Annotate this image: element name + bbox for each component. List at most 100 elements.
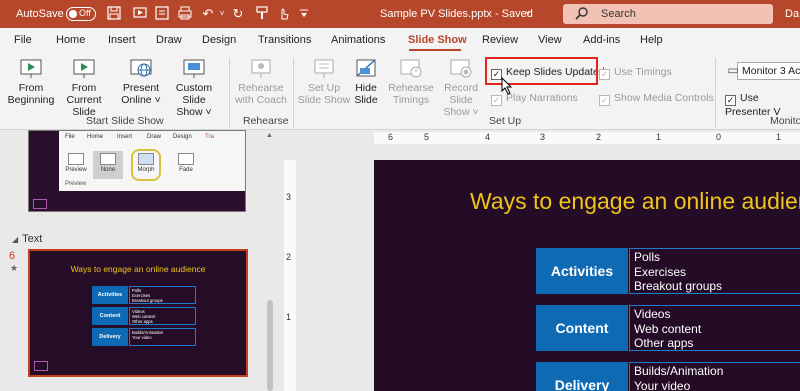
hide-slide-button[interactable]: Hide Slide: [351, 58, 381, 106]
mini-tab-transitions: Tra: [205, 134, 214, 140]
slide-canvas[interactable]: Ways to engage an online audience Activi…: [374, 160, 800, 391]
from-current-slide-icon: [71, 58, 97, 80]
from-current-label-1: From: [71, 82, 97, 94]
toggle-knob: [69, 10, 77, 18]
ruler-number: 1: [286, 312, 292, 322]
mini-preview: Preview: [61, 151, 91, 179]
tab-help[interactable]: Help: [640, 34, 663, 46]
scroll-up-arrow-icon[interactable]: ▲: [266, 132, 273, 139]
thumb-row: Content Videos Web content Other apps: [92, 307, 196, 325]
print-icon[interactable]: [177, 6, 193, 22]
use-timings-label: Use Timings: [614, 66, 672, 78]
row-header: Delivery: [536, 362, 628, 391]
user-name[interactable]: Da: [785, 8, 799, 20]
ruler-number: 2: [286, 252, 292, 262]
mini-none-label: None: [100, 167, 116, 173]
mini-fade: Fade: [171, 151, 201, 179]
undo-dropdown-icon[interactable]: ˅: [214, 6, 230, 22]
from-beginning-icon: [18, 58, 44, 80]
tab-add-ins[interactable]: Add-ins: [583, 34, 620, 46]
slide-thumbnail-5[interactable]: File Home Insert Draw Design Tra Preview…: [28, 130, 246, 212]
custom-show-label-1: Custom Slide: [175, 82, 213, 106]
thumbnails-scrollbar[interactable]: ▲: [264, 130, 276, 391]
mini-tab-file: File: [65, 134, 75, 140]
tab-transitions[interactable]: Transitions: [258, 34, 311, 46]
table-row[interactable]: Content Videos Web content Other apps: [536, 305, 800, 351]
group-set-up-label: Set Up: [489, 115, 522, 127]
table-row[interactable]: Activities Polls Exercises Breakout grou…: [536, 248, 800, 294]
from-current-slide-button[interactable]: From Current Slide: [56, 58, 112, 118]
tab-review[interactable]: Review: [482, 34, 518, 46]
present-online-button[interactable]: Present Online ˅: [118, 58, 164, 106]
record-slide-show-button[interactable]: Record Slide Show ˅: [434, 58, 488, 118]
row-cell: Polls Exercises Breakout groups: [629, 248, 800, 294]
record-slide-show-icon: [448, 58, 474, 80]
thumb-item: Your video: [132, 335, 152, 340]
play-narrations-label: Play Narrations: [506, 92, 578, 104]
ruler-number: 4: [485, 132, 491, 142]
redo-icon[interactable]: ↻: [230, 6, 246, 22]
cell-item: Other apps: [634, 336, 694, 350]
group-monitors-label: Monito: [770, 115, 800, 127]
show-media-controls-label: Show Media Controls: [614, 92, 714, 104]
from-beginning-button[interactable]: From Beginning: [6, 58, 56, 106]
mini-preview-label: Preview: [65, 167, 87, 173]
table-row[interactable]: Delivery Builds/Animation Your video: [536, 362, 800, 391]
mini-none: None: [93, 151, 123, 179]
thumb-item: Other apps: [132, 319, 153, 324]
slide-title[interactable]: Ways to engage an online audience: [470, 188, 800, 215]
use-timings-checkbox[interactable]: ✓ Use Timings: [599, 66, 672, 80]
tab-draw[interactable]: Draw: [156, 34, 182, 46]
set-up-slide-show-button[interactable]: Set Up Slide Show: [297, 58, 351, 106]
ruler-number: 5: [424, 132, 430, 142]
tab-insert[interactable]: Insert: [108, 34, 136, 46]
row-header: Activities: [536, 248, 628, 294]
thumb-row: Activities Polls Exercises Breakout grou…: [92, 286, 196, 304]
slide-number: 6: [9, 250, 16, 262]
autosave-state: Off: [79, 8, 91, 18]
tab-animations[interactable]: Animations: [331, 34, 385, 46]
group-start-slide-show-label: Start Slide Show: [86, 115, 164, 127]
setup-show-label-1: Set Up: [307, 82, 341, 94]
scrollbar-thumb[interactable]: [267, 300, 273, 391]
thumb-row-header: Delivery: [92, 328, 128, 346]
tab-slide-show[interactable]: Slide Show: [408, 34, 467, 46]
new-slide-icon[interactable]: [154, 6, 170, 22]
autosave-toggle[interactable]: Off: [66, 7, 96, 21]
rehearse-with-coach-button[interactable]: Rehearse with Coach: [233, 58, 289, 106]
tab-design[interactable]: Design: [202, 34, 236, 46]
thumb-row-cell: Videos Web content Other apps: [129, 307, 196, 325]
tab-view[interactable]: View: [538, 34, 562, 46]
checkmark-icon: ✓: [725, 95, 736, 106]
show-media-controls-checkbox[interactable]: ✓ Show Media Controls: [599, 92, 714, 106]
vertical-ruler: 3 2 1: [284, 160, 296, 391]
group-separator: [293, 58, 294, 128]
monitor-select-value: Monitor 3 Ace: [742, 65, 800, 77]
tab-home[interactable]: Home: [56, 34, 85, 46]
cell-item: Web content: [634, 321, 702, 336]
customize-toolbar-icon[interactable]: [296, 6, 312, 22]
checkmark-icon: ✓: [599, 95, 610, 106]
monitor-icon: ▭: [727, 63, 739, 77]
slide-thumbnail-6[interactable]: Ways to engage an online audience Activi…: [28, 249, 248, 377]
search-box[interactable]: Search: [563, 4, 773, 24]
monitor-select[interactable]: Monitor 3 Ace: [737, 62, 800, 80]
save-icon[interactable]: [106, 6, 122, 22]
collapse-caret-icon[interactable]: ◢: [12, 235, 18, 244]
section-header-text[interactable]: ◢ Text: [12, 233, 42, 245]
custom-slide-show-button[interactable]: Custom Slide Show ˅: [164, 58, 224, 118]
ruler-number: 3: [286, 192, 292, 202]
present-online-label-2: Online ˅: [121, 94, 161, 106]
rehearse-timings-button[interactable]: Rehearse Timings: [387, 58, 435, 106]
ribbon: From Beginning From Current Slide Presen…: [0, 52, 800, 130]
touch-mode-icon[interactable]: [276, 6, 292, 22]
start-from-beginning-icon[interactable]: [132, 6, 148, 22]
hide-slide-label-1: Hide: [355, 82, 377, 94]
title-dropdown-icon[interactable]: ˅: [520, 6, 536, 22]
format-painter-icon[interactable]: [254, 6, 270, 22]
from-beginning-label-1: From: [18, 82, 44, 94]
thumb-row: Delivery Builds/Animation Your video: [92, 328, 196, 346]
mini-tab-design: Design: [173, 134, 192, 140]
tab-file[interactable]: File: [14, 34, 32, 46]
rehearse-timings-icon: [398, 58, 424, 80]
